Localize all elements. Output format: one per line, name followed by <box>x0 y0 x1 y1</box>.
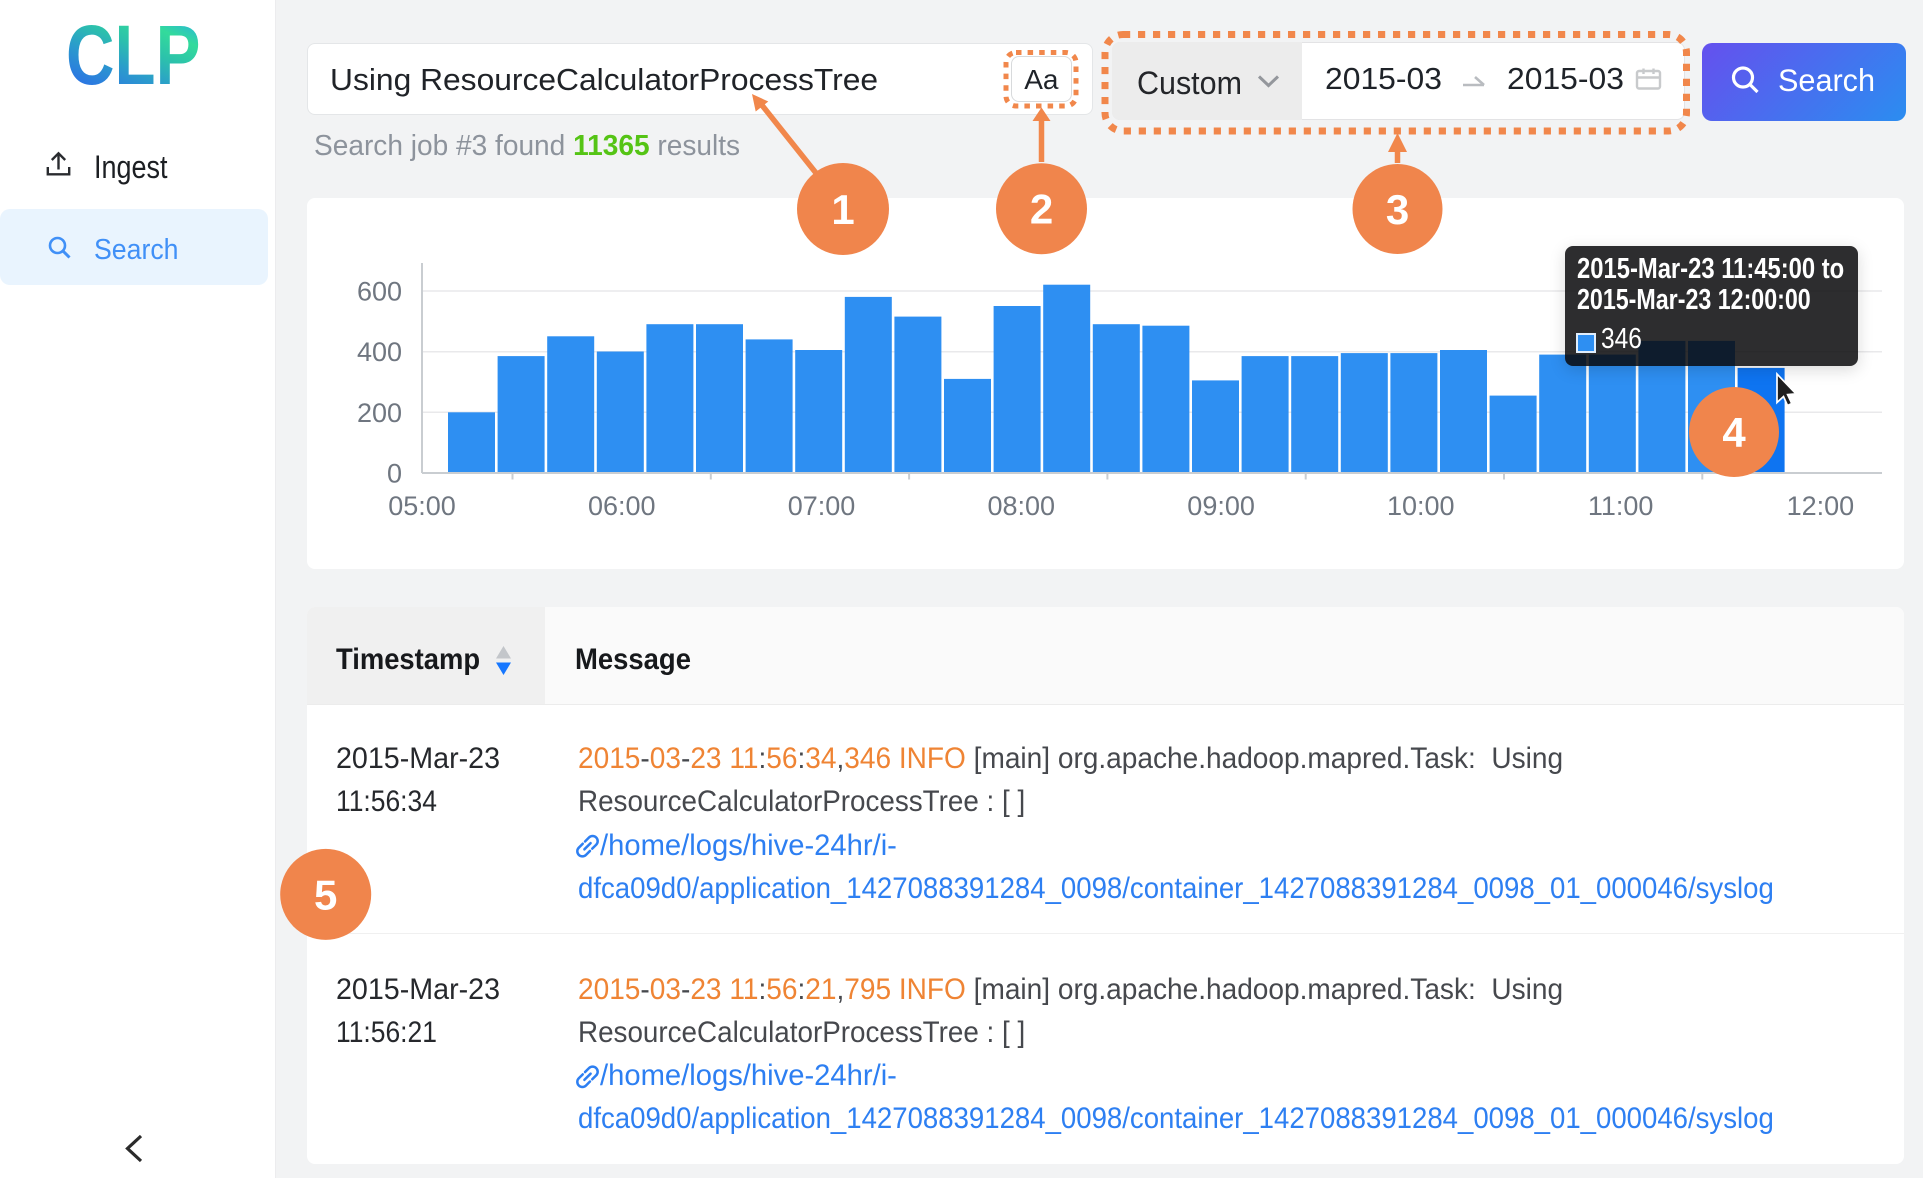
svg-text:200: 200 <box>357 398 402 428</box>
svg-text:08:00: 08:00 <box>988 491 1056 521</box>
svg-text:12:00: 12:00 <box>1787 491 1855 521</box>
svg-text:10:00: 10:00 <box>1387 491 1455 521</box>
svg-text:07:00: 07:00 <box>788 491 856 521</box>
svg-text:09:00: 09:00 <box>1187 491 1255 521</box>
svg-text:0: 0 <box>387 459 402 489</box>
svg-text:06:00: 06:00 <box>588 491 656 521</box>
svg-text:400: 400 <box>357 337 402 367</box>
svg-text:600: 600 <box>357 277 402 307</box>
svg-text:11:00: 11:00 <box>1588 491 1654 521</box>
svg-text:05:00: 05:00 <box>388 491 456 521</box>
